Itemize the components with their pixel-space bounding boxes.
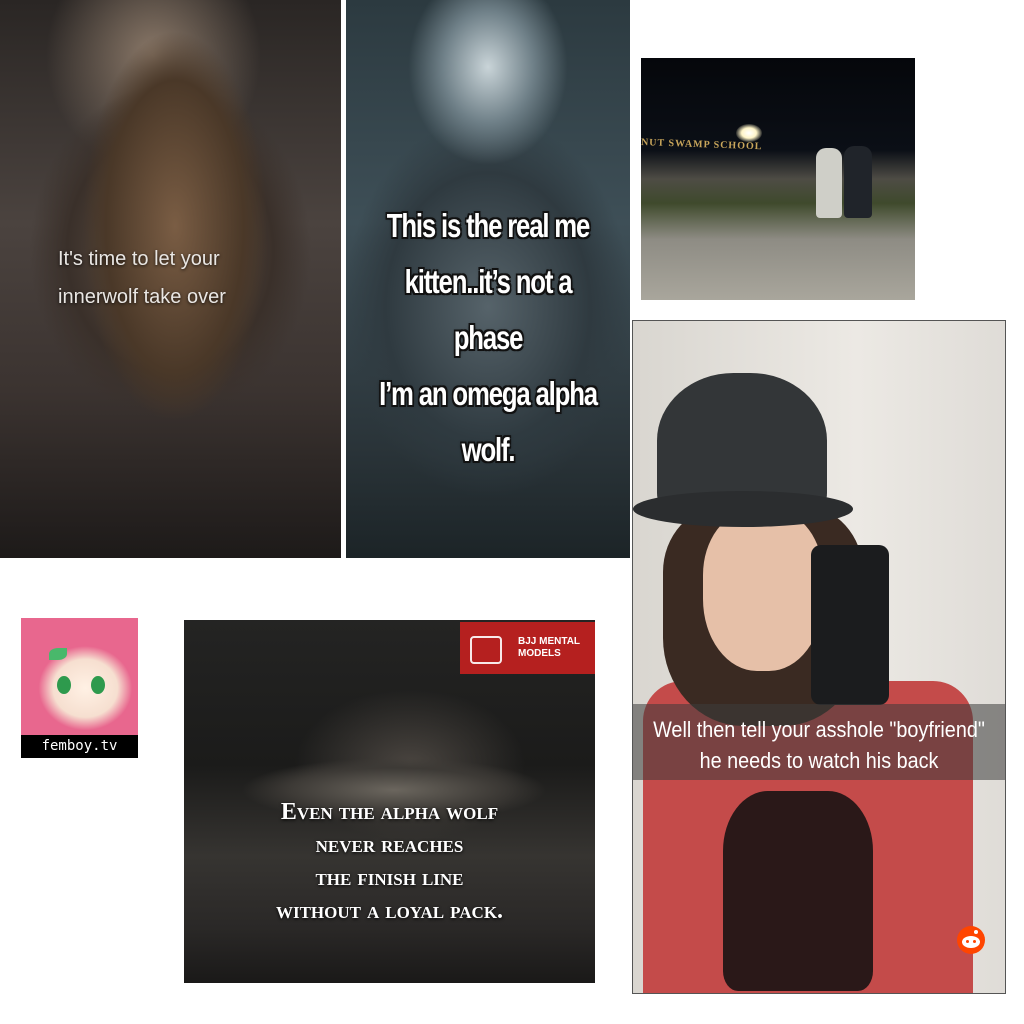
reddit-icon	[957, 926, 985, 954]
pack-quote: Even the alpha wolf never reaches the fi…	[184, 796, 595, 928]
loyal-pack-image: BJJ MENTAL MODELS Even the alpha wolf ne…	[184, 620, 595, 983]
brand-line: BJJ MENTAL	[518, 636, 581, 647]
caption-line: Well then tell your asshole "boyfriend"	[653, 717, 985, 742]
face	[703, 511, 823, 671]
bjj-brand-badge: BJJ MENTAL MODELS	[460, 622, 595, 674]
person	[816, 148, 842, 218]
quote-line: never reaches	[315, 832, 464, 858]
hat-brim	[633, 491, 853, 527]
quote-line: without a loyal pack.	[275, 898, 504, 924]
brand-text: BJJ MENTAL MODELS	[518, 636, 594, 660]
omega-wolf-image: This is the real me kitten..it’s not a p…	[346, 0, 630, 558]
innerwolf-image: It's time to let your innerwolf take ove…	[0, 0, 341, 558]
eye	[91, 676, 105, 694]
caption-line: It's time to let your	[58, 248, 220, 270]
femboy-tv-logo: femboy.tv	[21, 618, 138, 758]
caption-line: I’m an omega alpha wolf.	[379, 375, 598, 468]
floodlight	[736, 124, 762, 142]
shirt-graphic	[723, 791, 873, 991]
person	[844, 146, 872, 218]
caption-line: innerwolf take over	[58, 286, 226, 308]
brand-line: MODELS	[518, 648, 561, 659]
caption-line: This is the real me	[386, 207, 591, 244]
eye	[57, 676, 71, 694]
school-night-photo: NUT SWAMP SCHOOL	[641, 58, 915, 300]
innerwolf-caption: It's time to let your innerwolf take ove…	[58, 240, 318, 316]
logo-label: femboy.tv	[21, 735, 138, 758]
caption-line: he needs to watch his back	[699, 748, 939, 773]
anime-character	[21, 618, 138, 735]
selfie-screenshot: Well then tell your asshole "boyfriend" …	[632, 320, 1006, 994]
leaf-icon	[49, 648, 67, 660]
quote-line: the finish line	[315, 865, 464, 891]
caption-line: kitten..it’s not a phase	[404, 263, 573, 356]
school-sign: NUT SWAMP SCHOOL	[641, 137, 763, 153]
quote-line: Even the alpha wolf	[280, 799, 499, 825]
phone	[811, 545, 889, 705]
omega-wolf-caption: This is the real me kitten..it’s not a p…	[377, 198, 599, 478]
snapchat-caption: Well then tell your asshole "boyfriend" …	[652, 714, 987, 776]
knot-icon	[470, 636, 502, 664]
